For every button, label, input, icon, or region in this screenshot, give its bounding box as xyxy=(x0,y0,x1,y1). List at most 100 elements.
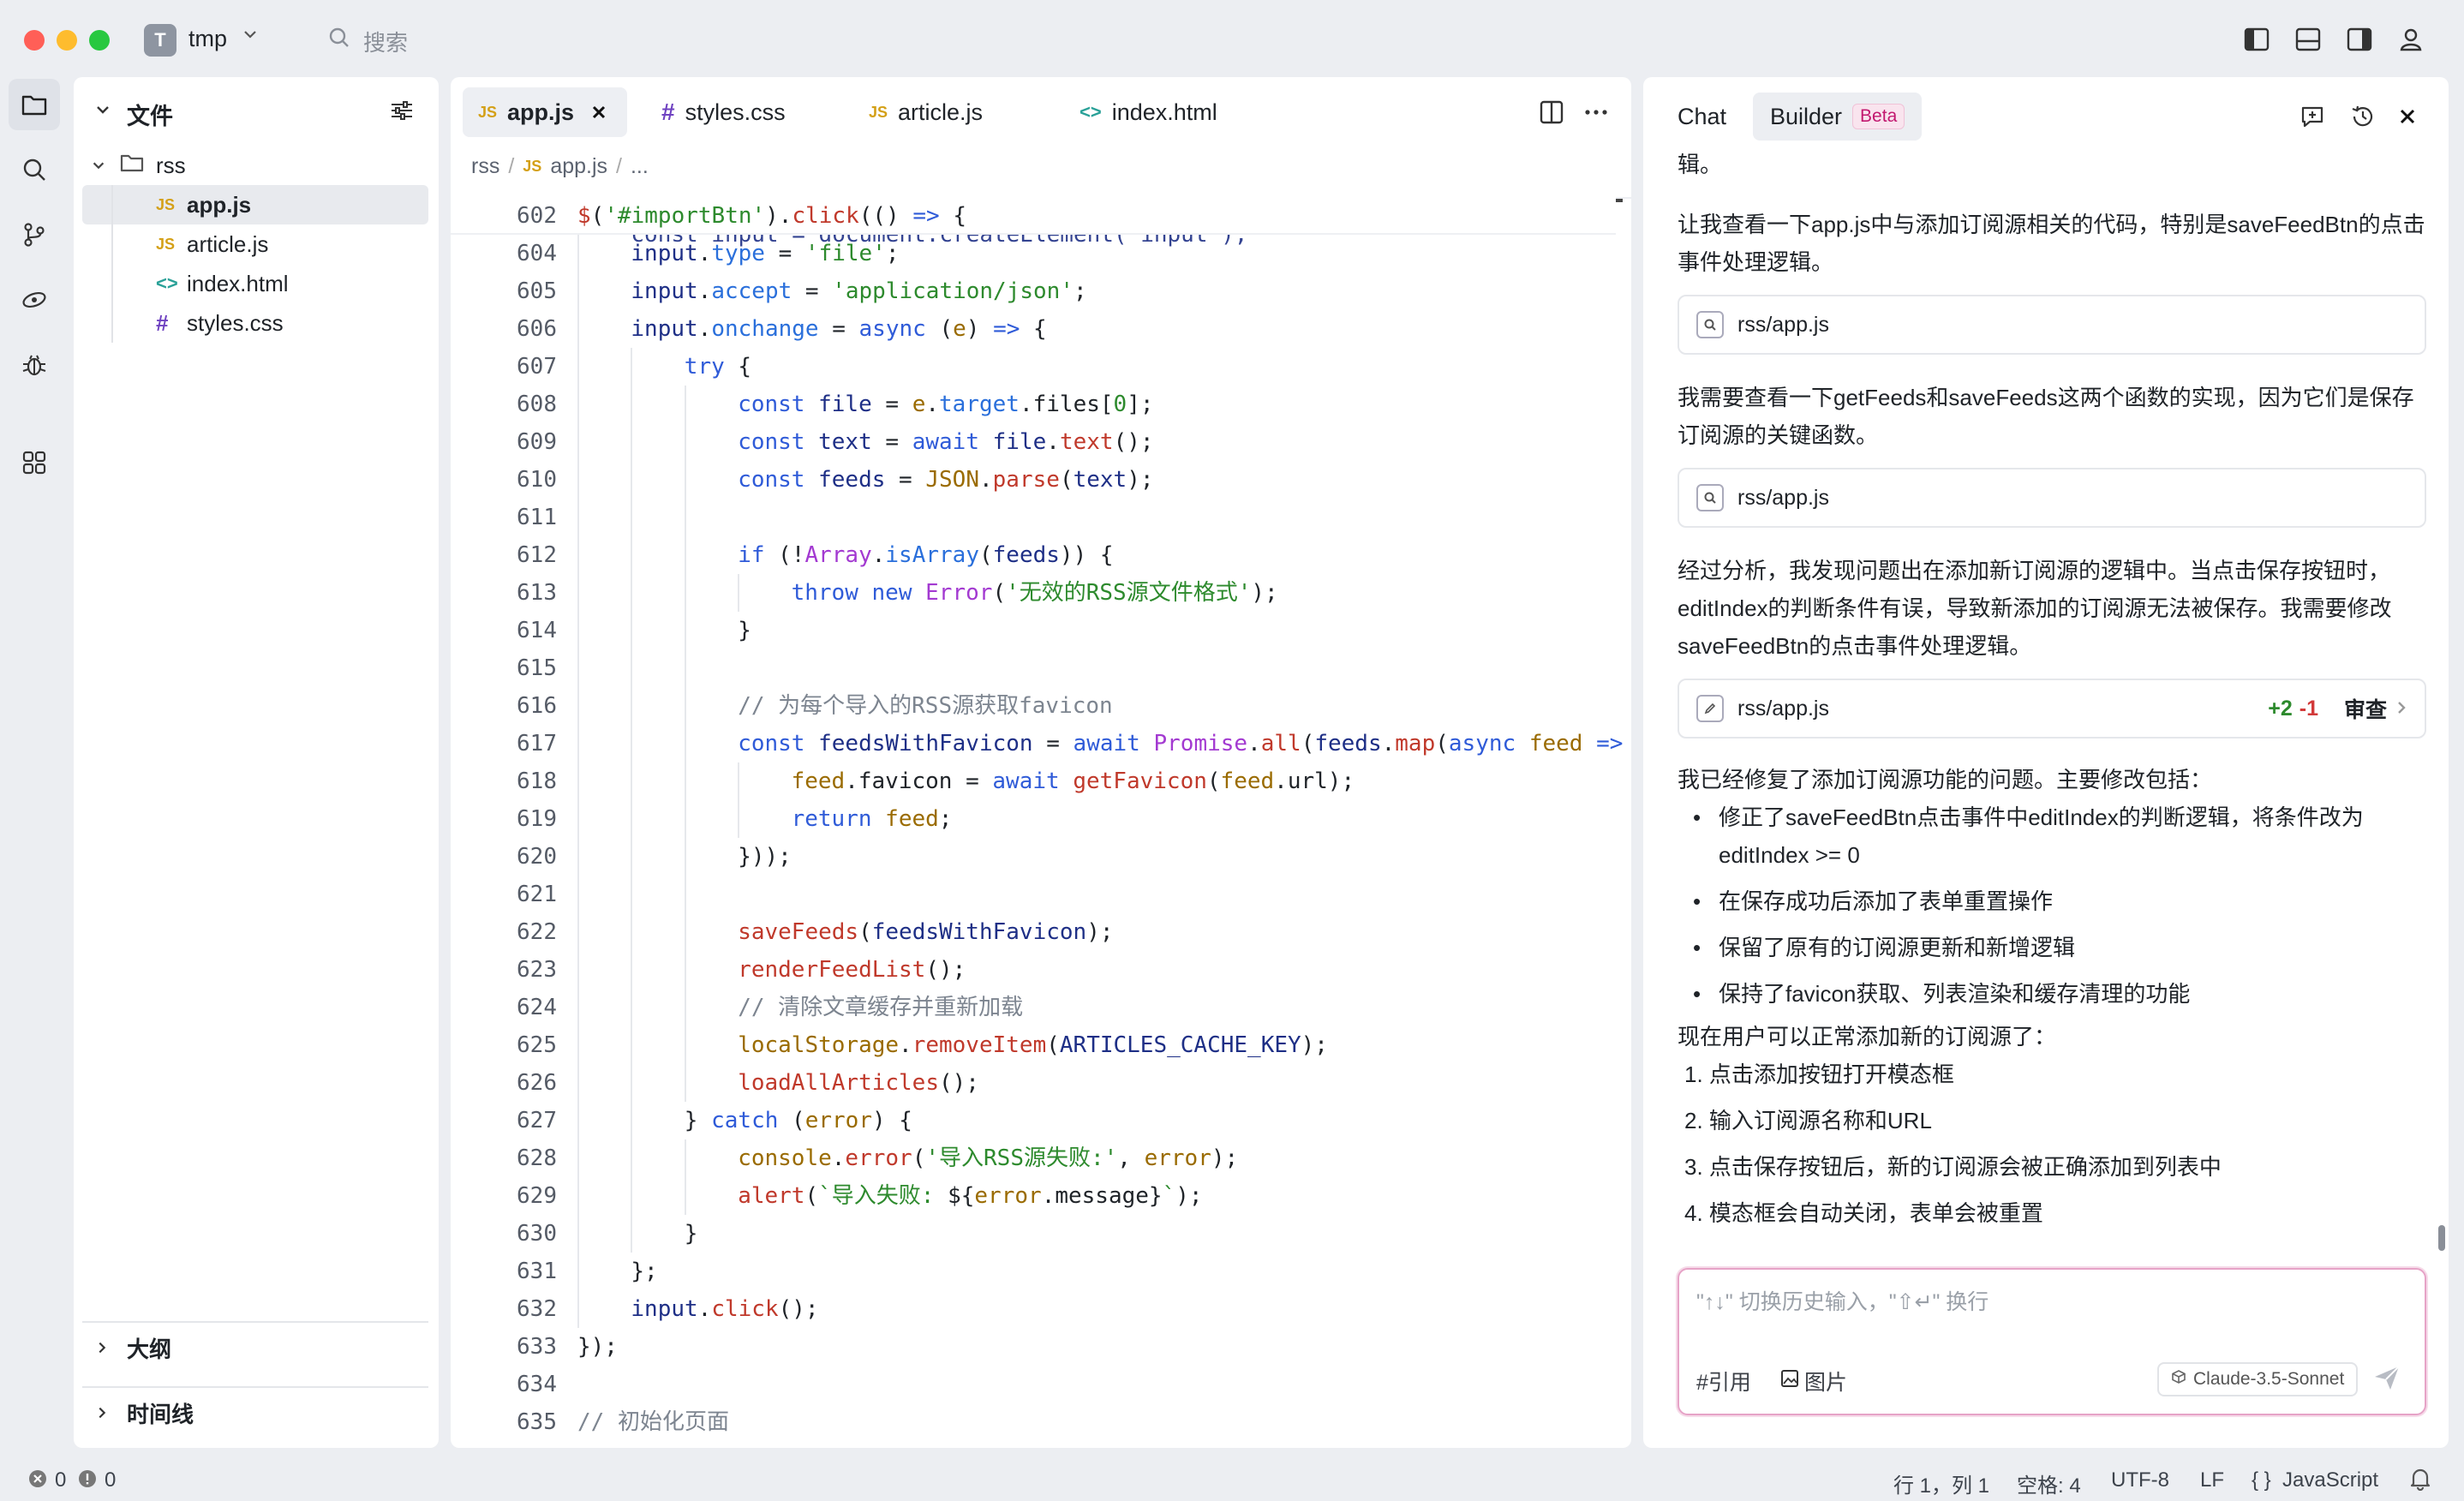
source-control-icon[interactable] xyxy=(9,209,60,260)
indent-guide xyxy=(684,913,686,951)
tab-article-js[interactable]: JS article.js xyxy=(853,87,998,137)
project-avatar[interactable]: T xyxy=(144,24,176,57)
code-line[interactable]: 621 xyxy=(451,876,1616,913)
timeline-section[interactable]: 时间线 xyxy=(82,1386,428,1438)
code-line[interactable]: 605 input.accept = 'application/json'; xyxy=(451,272,1616,310)
line-number: 634 xyxy=(517,1372,557,1397)
error-count[interactable]: 0 xyxy=(55,1468,66,1492)
tab-styles-css[interactable]: # styles.css xyxy=(646,87,801,137)
language-mode[interactable]: JavaScript xyxy=(2282,1468,2378,1492)
extensions-icon[interactable] xyxy=(9,437,60,488)
reference-button[interactable]: #引用 xyxy=(1696,1366,1751,1396)
code-line[interactable]: 631}; xyxy=(451,1253,1616,1290)
code-line[interactable]: 616 // 为每个导入的RSS源获取favicon xyxy=(451,687,1616,725)
code-line[interactable]: 626 loadAllArticles(); xyxy=(451,1064,1616,1102)
code-line[interactable]: 632 input.click(); xyxy=(451,1290,1616,1328)
file-edit-card[interactable]: rss/app.js +2 -1 审查 xyxy=(1678,679,2426,739)
tab-index-html[interactable]: <> index.html xyxy=(1064,87,1233,137)
code-line[interactable]: 628 console.error('导入RSS源失败:', error); xyxy=(451,1139,1616,1177)
code-line[interactable]: 620})); xyxy=(451,838,1616,876)
model-selector[interactable]: Claude-3.5-Sonnet xyxy=(2157,1362,2359,1396)
close-window-button[interactable] xyxy=(24,30,45,51)
code-line[interactable]: 611 xyxy=(451,499,1616,536)
history-icon[interactable] xyxy=(2349,103,2377,135)
code-line[interactable]: 606 input.onchange = async (e) => { xyxy=(451,310,1616,348)
split-editor-icon[interactable] xyxy=(1539,99,1564,129)
code-line[interactable]: 619 return feed; xyxy=(451,800,1616,838)
code-line[interactable]: 612 if (!Array.isArray(feeds)) { xyxy=(451,536,1616,574)
file-read-card[interactable]: rss/app.js xyxy=(1678,468,2426,528)
send-icon[interactable] xyxy=(2371,1362,2402,1397)
code-line[interactable]: 634 xyxy=(451,1366,1616,1403)
breadcrumb-item[interactable]: app.js xyxy=(550,154,607,179)
global-search[interactable]: 搜索 xyxy=(363,26,408,57)
toggle-right-panel-icon[interactable] xyxy=(2344,24,2375,55)
more-actions-icon[interactable] xyxy=(1583,99,1609,129)
code-line[interactable]: 602 $('#importBtn').click(() => { xyxy=(451,197,1616,235)
code-line[interactable]: 617 const feedsWithFavicon = await Promis… xyxy=(451,725,1623,762)
image-button[interactable]: 图片 xyxy=(1780,1366,1847,1396)
notifications-icon[interactable] xyxy=(2409,1467,2431,1497)
code-area[interactable]: const input = document.createElement('in… xyxy=(451,197,1631,1448)
file-styles-css[interactable]: # styles.css xyxy=(82,303,428,343)
code-line[interactable]: 608 const file = e.target.files[0]; xyxy=(451,386,1616,423)
filter-settings-icon[interactable] xyxy=(389,98,415,128)
debug-icon[interactable] xyxy=(9,339,60,391)
new-chat-icon[interactable] xyxy=(2300,103,2327,135)
code-line[interactable]: 633}); xyxy=(451,1328,1616,1366)
code-line[interactable]: 627} catch (error) { xyxy=(451,1102,1616,1139)
folder-rss[interactable]: rss xyxy=(82,146,428,185)
encoding[interactable]: UTF-8 xyxy=(2111,1468,2169,1492)
toggle-left-panel-icon[interactable] xyxy=(2241,24,2272,55)
minimize-window-button[interactable] xyxy=(57,30,77,51)
breadcrumb-item[interactable]: ... xyxy=(631,154,649,179)
code-line[interactable]: 630} xyxy=(451,1215,1616,1253)
code-line[interactable]: 614} xyxy=(451,612,1616,649)
cursor-position[interactable]: 行 1，列 1 xyxy=(1893,1468,1989,1498)
explorer-icon[interactable] xyxy=(9,79,60,130)
chevron-down-icon[interactable] xyxy=(94,101,111,123)
indentation[interactable]: 空格: 4 xyxy=(2017,1468,2081,1498)
chat-input-box[interactable]: "↑↓" 切换历史输入，"⇧↵" 换行 #引用 图片 Claude-3.5-So… xyxy=(1678,1268,2426,1415)
chevron-down-icon[interactable] xyxy=(242,26,259,48)
code-line[interactable]: 610 const feeds = JSON.parse(text); xyxy=(451,461,1616,499)
code-line[interactable]: 613 throw new Error('无效的RSS源文件格式'); xyxy=(451,574,1616,612)
code-line[interactable]: 624 // 清除文章缓存并重新加载 xyxy=(451,989,1616,1026)
warning-icon[interactable] xyxy=(77,1468,98,1495)
end-of-line[interactable]: LF xyxy=(2200,1468,2224,1492)
chat-scrollbar[interactable] xyxy=(2438,1225,2445,1251)
code-line[interactable]: 623 renderFeedList(); xyxy=(451,951,1616,989)
code-line[interactable]: 629 alert(`导入失败: ${error.message}`); xyxy=(451,1177,1616,1215)
tab-app-js[interactable]: JS app.js xyxy=(463,87,627,137)
chat-input-placeholder[interactable]: "↑↓" 切换历史输入，"⇧↵" 换行 xyxy=(1696,1285,1989,1316)
code-line[interactable]: 607 try { xyxy=(451,348,1616,386)
close-icon[interactable] xyxy=(591,99,607,126)
file-app-js[interactable]: JS app.js xyxy=(82,185,428,224)
search-panel-icon[interactable] xyxy=(9,144,60,195)
code-line[interactable]: 618 feed.favicon = await getFavicon(feed.… xyxy=(451,762,1616,800)
code-line[interactable]: 615 xyxy=(451,649,1616,687)
file-article-js[interactable]: JS article.js xyxy=(82,224,428,264)
tab-chat[interactable]: Chat xyxy=(1660,93,1743,141)
breadcrumb-item[interactable]: rss xyxy=(471,154,499,179)
file-index-html[interactable]: <> index.html xyxy=(82,264,428,303)
tab-builder[interactable]: Builder Beta xyxy=(1753,93,1923,141)
toggle-bottom-panel-icon[interactable] xyxy=(2293,24,2323,55)
close-icon[interactable] xyxy=(2397,106,2418,131)
remote-explorer-icon[interactable] xyxy=(9,274,60,326)
indent-guide xyxy=(684,536,686,574)
code-line[interactable]: 622 saveFeeds(feedsWithFavicon); xyxy=(451,913,1616,951)
maximize-window-button[interactable] xyxy=(89,30,110,51)
account-icon[interactable] xyxy=(2395,24,2426,55)
project-name[interactable]: tmp xyxy=(188,26,227,52)
outline-section[interactable]: 大纲 xyxy=(82,1321,428,1372)
file-read-card[interactable]: rss/app.js xyxy=(1678,295,2426,355)
code-line[interactable]: 604 input.type = 'file'; xyxy=(451,235,1616,272)
warning-count[interactable]: 0 xyxy=(105,1468,116,1492)
code-line[interactable]: 625 localStorage.removeItem(ARTICLES_CACH… xyxy=(451,1026,1616,1064)
error-icon[interactable] xyxy=(27,1468,48,1495)
code-line[interactable]: 609 const text = await file.text(); xyxy=(451,423,1616,461)
search-icon[interactable] xyxy=(327,26,351,54)
review-button[interactable]: 审查 xyxy=(2344,693,2387,724)
code-line[interactable]: 635 // 初始化页面 xyxy=(451,1403,1616,1441)
